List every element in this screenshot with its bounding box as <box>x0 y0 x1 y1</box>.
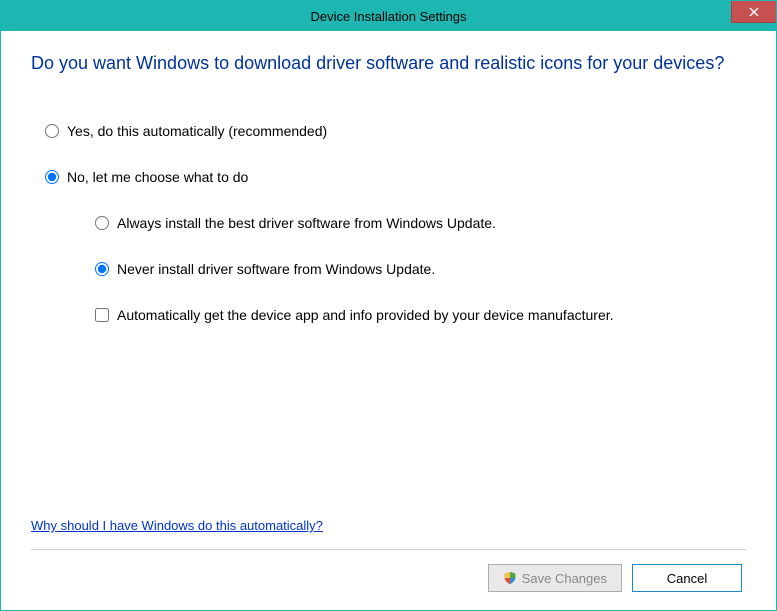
close-button[interactable] <box>731 1 776 23</box>
cancel-label: Cancel <box>667 571 707 586</box>
option-auto-app[interactable]: Automatically get the device app and inf… <box>95 307 746 323</box>
radio-yes[interactable] <box>45 124 59 138</box>
radio-always-install[interactable] <box>95 216 109 230</box>
option-never-install[interactable]: Never install driver software from Windo… <box>95 261 746 277</box>
checkbox-auto-app[interactable] <box>95 308 109 322</box>
save-changes-button[interactable]: Save Changes <box>488 564 622 592</box>
cancel-button[interactable]: Cancel <box>632 564 742 592</box>
close-icon <box>749 7 759 17</box>
help-link[interactable]: Why should I have Windows do this automa… <box>31 518 746 533</box>
dialog-window: Device Installation Settings Do you want… <box>0 0 777 611</box>
option-no[interactable]: No, let me choose what to do <box>45 169 746 185</box>
radio-no[interactable] <box>45 170 59 184</box>
option-never-install-label: Never install driver software from Windo… <box>117 261 435 277</box>
dialog-content: Do you want Windows to download driver s… <box>1 31 776 610</box>
button-row: Save Changes Cancel <box>31 564 746 592</box>
sub-option-group: Always install the best driver software … <box>45 215 746 323</box>
radio-never-install[interactable] <box>95 262 109 276</box>
divider <box>31 549 746 550</box>
option-always-install[interactable]: Always install the best driver software … <box>95 215 746 231</box>
window-title: Device Installation Settings <box>310 9 466 24</box>
spacer <box>31 353 746 518</box>
option-always-install-label: Always install the best driver software … <box>117 215 496 231</box>
titlebar: Device Installation Settings <box>1 1 776 31</box>
option-yes-label: Yes, do this automatically (recommended) <box>67 123 327 139</box>
shield-icon <box>503 571 517 585</box>
option-auto-app-label: Automatically get the device app and inf… <box>117 307 614 323</box>
dialog-heading: Do you want Windows to download driver s… <box>31 51 746 75</box>
option-yes[interactable]: Yes, do this automatically (recommended) <box>45 123 746 139</box>
option-no-label: No, let me choose what to do <box>67 169 248 185</box>
main-option-group: Yes, do this automatically (recommended)… <box>31 123 746 353</box>
save-changes-label: Save Changes <box>522 571 607 586</box>
